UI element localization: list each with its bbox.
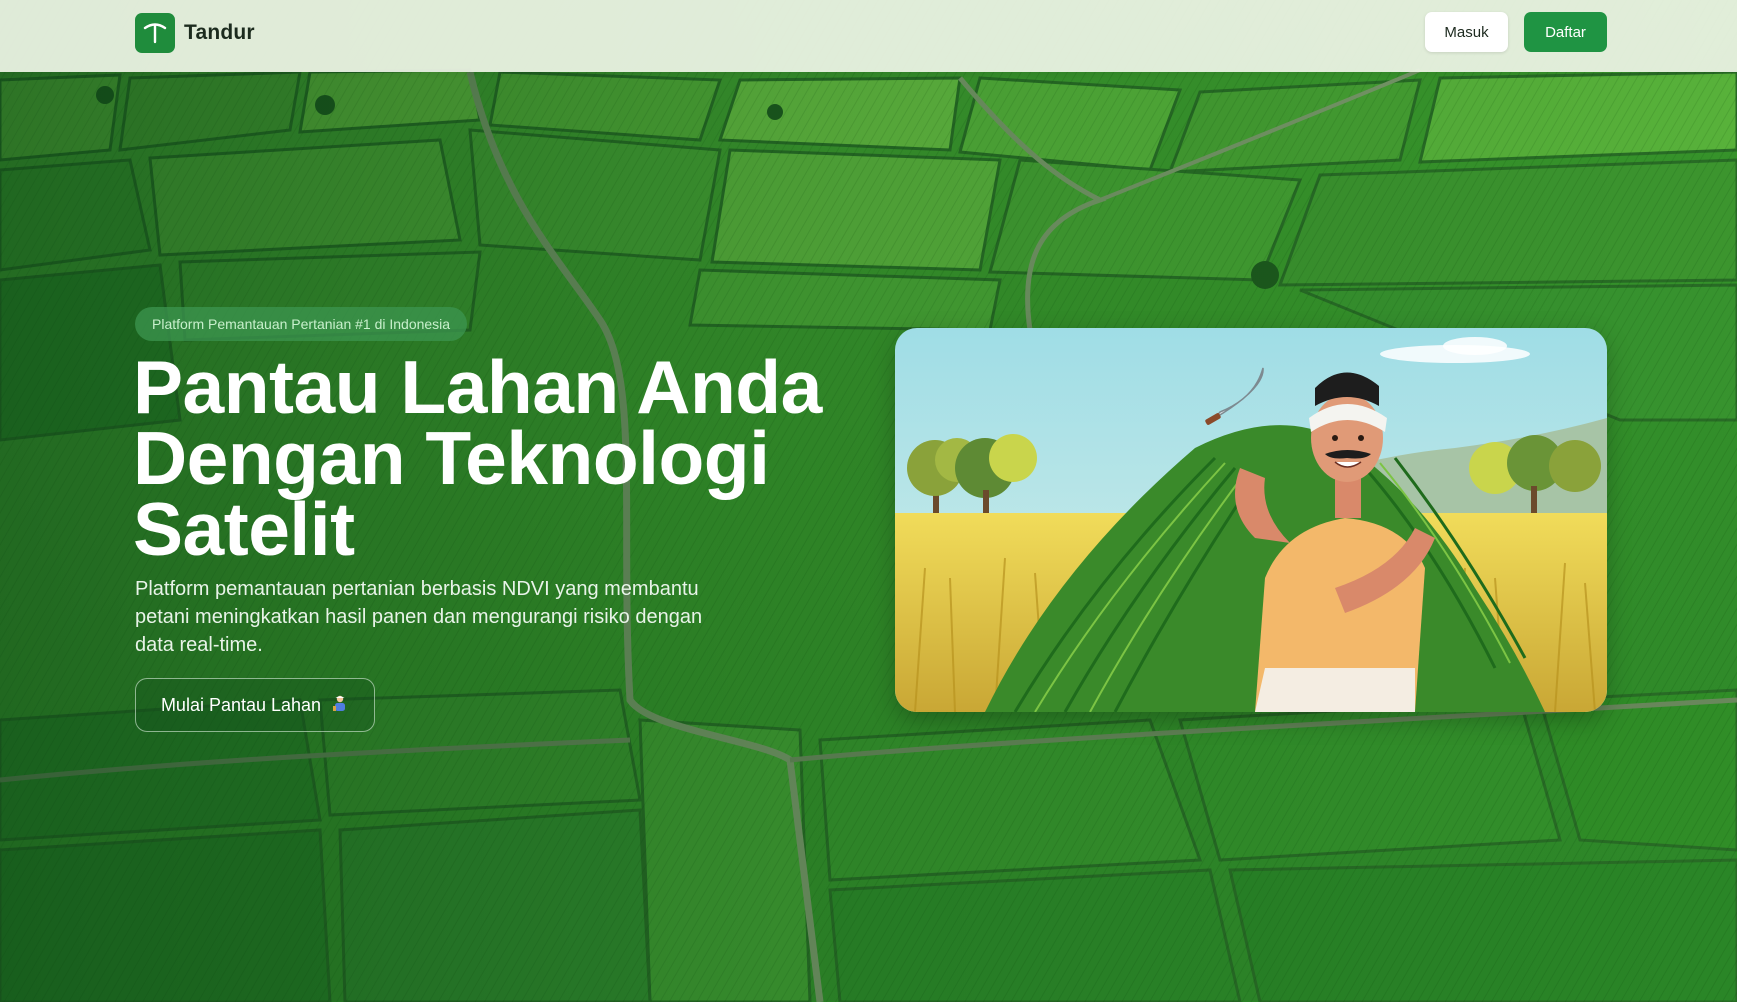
hero-title-line: Dengan Teknologi <box>133 416 770 500</box>
login-button[interactable]: Masuk <box>1425 12 1508 52</box>
register-button[interactable]: Daftar <box>1524 12 1607 52</box>
farmer-illustration <box>895 328 1607 712</box>
hero-badge: Platform Pemantauan Pertanian #1 di Indo… <box>135 307 468 341</box>
cta-label: Mulai Pantau Lahan <box>160 694 322 715</box>
hero-title-line: Pantau Lahan Anda <box>133 345 822 429</box>
farmer-icon <box>331 694 349 717</box>
start-monitoring-button[interactable]: Mulai Pantau Lahan <box>135 678 375 732</box>
hero-title: Pantau Lahan Anda Dengan Teknologi Satel… <box>133 345 853 571</box>
hero-title-line: Satelit <box>133 487 355 571</box>
brand-name: Tandur <box>184 21 255 44</box>
top-navbar: Tandur Masuk Daftar <box>0 0 1737 72</box>
hero-description: Platform pemantauan pertanian berbasis N… <box>135 578 703 656</box>
brand-logo[interactable]: Tandur <box>135 13 255 53</box>
sprout-icon <box>135 13 175 53</box>
